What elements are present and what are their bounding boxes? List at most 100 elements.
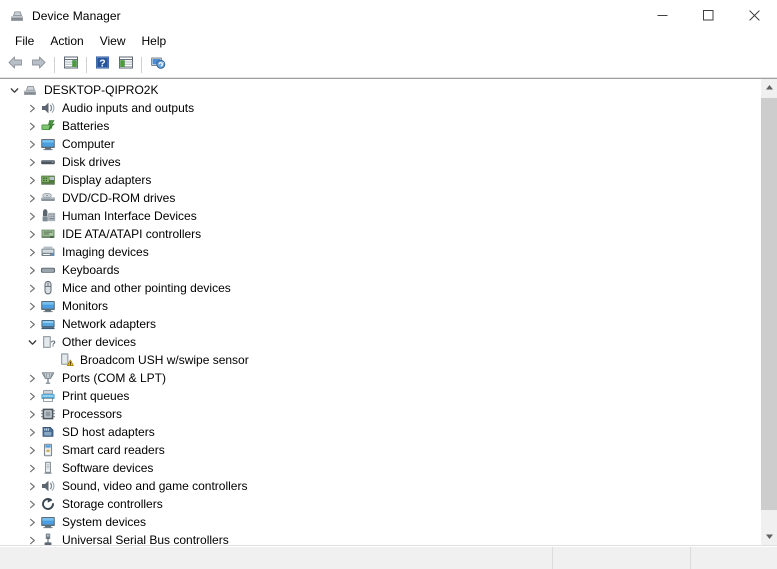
menu-file[interactable]: File xyxy=(7,32,42,51)
tree-item[interactable]: Human Interface Devices xyxy=(0,207,760,225)
tree-item[interactable]: Computer xyxy=(0,135,760,153)
close-button[interactable] xyxy=(731,0,777,31)
tree-root-node[interactable]: DESKTOP-QIPRO2K xyxy=(0,81,760,99)
scrollbar-track[interactable] xyxy=(761,96,777,528)
chevron-right-icon[interactable] xyxy=(24,225,40,243)
tree-item[interactable]: IDE ATA/ATAPI controllers xyxy=(0,225,760,243)
tree-item-label: SD host adapters xyxy=(62,425,155,439)
tree-item[interactable]: Universal Serial Bus controllers xyxy=(0,531,760,545)
chevron-right-icon[interactable] xyxy=(24,477,40,495)
chevron-right-icon[interactable] xyxy=(24,171,40,189)
tree-item[interactable]: SD host adapters xyxy=(0,423,760,441)
menu-action[interactable]: Action xyxy=(42,32,91,51)
scan-for-hardware-changes-button[interactable] xyxy=(146,54,169,76)
tree-item[interactable]: Disk drives xyxy=(0,153,760,171)
tree-item-label: Other devices xyxy=(62,335,137,349)
tree-item[interactable]: ? Other devices xyxy=(0,333,760,351)
tree-item[interactable]: Network adapters xyxy=(0,315,760,333)
chevron-down-icon[interactable] xyxy=(6,81,22,99)
scroll-down-button[interactable] xyxy=(761,528,777,545)
chevron-right-icon[interactable] xyxy=(24,513,40,531)
chevron-right-icon[interactable] xyxy=(24,315,40,333)
status-pane-2 xyxy=(552,546,690,569)
chevron-right-icon[interactable] xyxy=(24,279,40,297)
printer-icon xyxy=(40,388,56,404)
tree-item[interactable]: DVD/CD-ROM drives xyxy=(0,189,760,207)
tree-item-label: Audio inputs and outputs xyxy=(62,101,195,115)
menu-view[interactable]: View xyxy=(92,32,134,51)
optical-drive-icon xyxy=(40,190,56,206)
scroll-up-button[interactable] xyxy=(761,79,777,96)
tree-item[interactable]: Sound, video and game controllers xyxy=(0,477,760,495)
chevron-right-icon[interactable] xyxy=(24,297,40,315)
chevron-right-icon[interactable] xyxy=(24,423,40,441)
properties-button[interactable] xyxy=(114,54,137,76)
tree-item-label: System devices xyxy=(62,515,147,529)
vertical-scrollbar[interactable] xyxy=(760,79,777,545)
window-title: Device Manager xyxy=(32,8,121,23)
tree-item[interactable]: Keyboards xyxy=(0,261,760,279)
battery-icon xyxy=(40,118,56,134)
speaker-icon xyxy=(40,100,56,116)
keyboard-icon xyxy=(40,262,56,278)
chevron-right-icon[interactable] xyxy=(24,243,40,261)
chevron-right-icon[interactable] xyxy=(24,459,40,477)
tree-item-label: Ports (COM & LPT) xyxy=(62,371,167,385)
tree-item[interactable]: Display adapters xyxy=(0,171,760,189)
chevron-right-icon[interactable] xyxy=(24,135,40,153)
disk-drive-icon xyxy=(40,154,56,170)
minimize-button[interactable] xyxy=(639,0,685,31)
tree-item-label: Imaging devices xyxy=(62,245,149,259)
toolbar-separator-2 xyxy=(86,56,87,73)
chevron-right-icon[interactable] xyxy=(24,99,40,117)
tree-item[interactable]: Broadcom USH w/swipe sensor xyxy=(0,351,760,369)
chevron-right-icon[interactable] xyxy=(24,189,40,207)
tree-item[interactable]: Print queues xyxy=(0,387,760,405)
device-tree[interactable]: DESKTOP-QIPRO2K Audio inputs and outputs B… xyxy=(0,79,760,545)
chevron-right-icon[interactable] xyxy=(24,387,40,405)
tree-item[interactable]: System devices xyxy=(0,513,760,531)
forward-icon xyxy=(30,55,47,75)
help-button[interactable]: ? xyxy=(91,54,114,76)
chevron-right-icon[interactable] xyxy=(24,369,40,387)
chevron-right-icon[interactable] xyxy=(24,441,40,459)
toolbar-separator-1 xyxy=(54,56,55,73)
tree-item[interactable]: Storage controllers xyxy=(0,495,760,513)
back-button[interactable] xyxy=(4,54,27,76)
tree-item-label: Processors xyxy=(62,407,123,421)
menu-help[interactable]: Help xyxy=(134,32,175,51)
svg-text:?: ? xyxy=(99,57,105,69)
chevron-right-icon[interactable] xyxy=(24,153,40,171)
chevron-right-icon[interactable] xyxy=(24,405,40,423)
tree-item[interactable]: Imaging devices xyxy=(0,243,760,261)
monitor-icon xyxy=(40,136,56,152)
toolbar-separator-3 xyxy=(141,56,142,73)
tree-item[interactable]: Software devices xyxy=(0,459,760,477)
scan-for-hardware-changes-icon xyxy=(150,55,166,75)
tree-item[interactable]: Mice and other pointing devices xyxy=(0,279,760,297)
tree-item-label: Print queues xyxy=(62,389,130,403)
tree-item[interactable]: Batteries xyxy=(0,117,760,135)
tree-item[interactable]: Processors xyxy=(0,405,760,423)
tree-item[interactable]: Monitors xyxy=(0,297,760,315)
device-manager-icon xyxy=(9,8,25,24)
scrollbar-thumb[interactable] xyxy=(761,98,777,510)
tree-item[interactable]: Ports (COM & LPT) xyxy=(0,369,760,387)
chevron-down-icon[interactable] xyxy=(24,333,40,351)
forward-button[interactable] xyxy=(27,54,50,76)
tree-item-label: Smart card readers xyxy=(62,443,165,457)
imaging-device-icon xyxy=(40,244,56,260)
show-hide-console-tree-button[interactable] xyxy=(59,54,82,76)
chevron-right-icon[interactable] xyxy=(24,117,40,135)
chevron-right-icon[interactable] xyxy=(24,261,40,279)
processor-icon xyxy=(40,406,56,422)
tree-item[interactable]: Smart card readers xyxy=(0,441,760,459)
chevron-right-icon[interactable] xyxy=(24,531,40,545)
tree-item-label: Keyboards xyxy=(62,263,120,277)
show-hide-console-tree-icon xyxy=(63,55,79,75)
chevron-right-icon[interactable] xyxy=(24,207,40,225)
tree-item[interactable]: Audio inputs and outputs xyxy=(0,99,760,117)
chevron-right-icon[interactable] xyxy=(24,495,40,513)
tree-item-label: Mice and other pointing devices xyxy=(62,281,231,295)
maximize-button[interactable] xyxy=(685,0,731,31)
